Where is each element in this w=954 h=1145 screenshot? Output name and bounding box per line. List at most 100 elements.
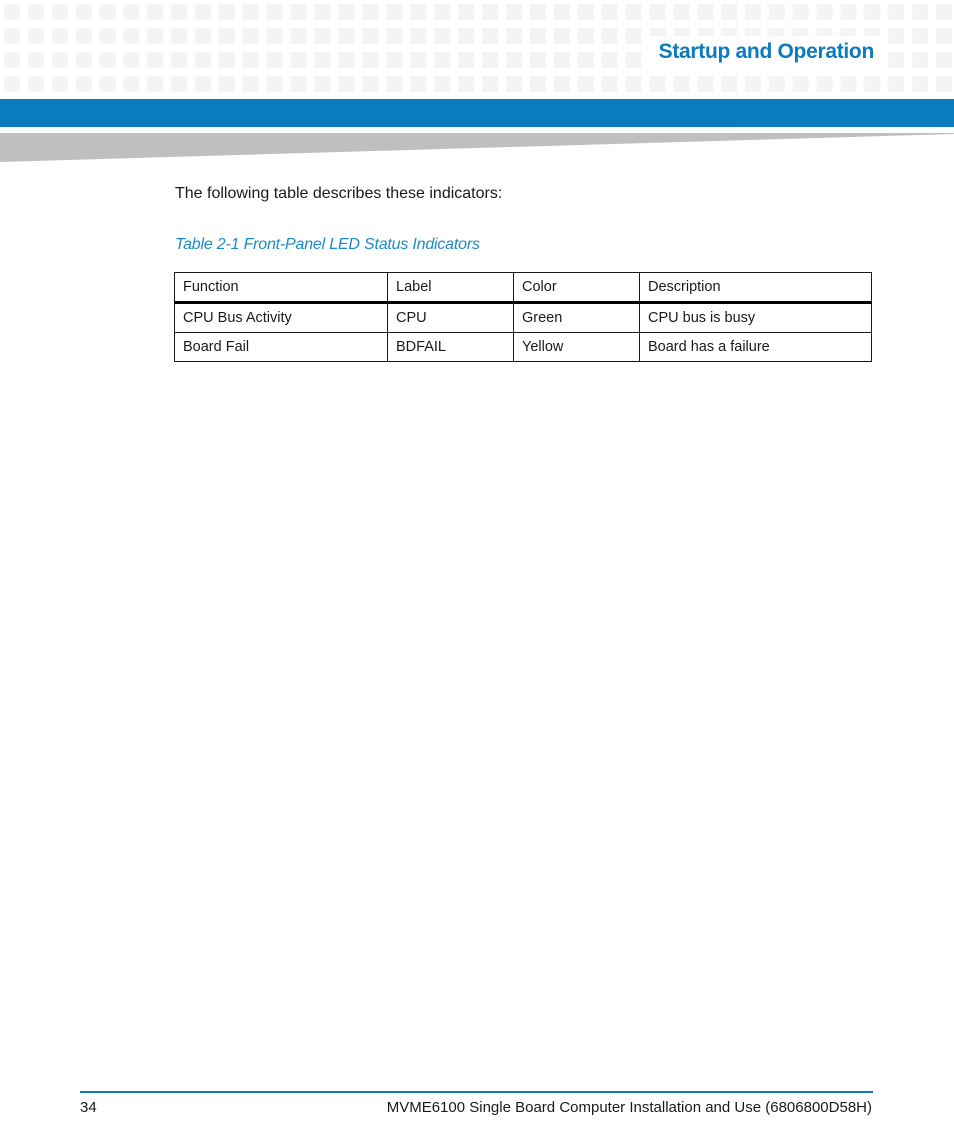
cell-function: CPU Bus Activity [174,302,388,333]
pattern-square [410,76,427,92]
pattern-square [4,28,20,44]
pattern-square [266,76,283,92]
pattern-square [553,4,570,20]
pattern-square [864,76,881,92]
pattern-square [266,28,283,44]
cell-color: Green [513,302,640,333]
pattern-square [4,4,20,20]
pattern-square [888,4,905,20]
pattern-square [673,4,690,20]
pattern-square [553,28,570,44]
pattern-square [338,28,355,44]
pattern-square [577,4,594,20]
pattern-square [27,76,44,92]
led-status-table: Function Label Color Description CPU Bus… [174,272,872,362]
pattern-square [601,52,618,68]
pattern-square [768,4,785,20]
pattern-square [505,4,522,20]
pattern-square [195,4,212,20]
pattern-square [195,76,212,92]
pattern-square [27,4,44,20]
section-title: Startup and Operation [658,40,875,63]
pattern-square [434,76,451,92]
pattern-square [99,28,116,44]
pattern-square [219,76,236,92]
pattern-square [792,76,809,92]
intro-paragraph: The following table describes these indi… [175,185,503,202]
pattern-square [553,52,570,68]
pattern-square [505,76,522,92]
pattern-square [147,52,164,68]
pattern-square [840,4,857,20]
header-blue-band [0,99,954,127]
pattern-square [768,76,785,92]
pattern-square [482,76,498,92]
pattern-square [243,28,259,44]
table-row: Board Fail BDFAIL Yellow Board has a fai… [174,332,872,362]
pattern-square [434,52,451,68]
pattern-square [147,76,164,92]
pattern-square [410,52,427,68]
pattern-square [482,52,498,68]
pattern-square [888,76,905,92]
pattern-square [51,52,68,68]
pattern-square [625,4,642,20]
pattern-square [75,76,92,92]
pattern-square [936,4,953,20]
pattern-square [936,52,953,68]
pattern-square [99,76,116,92]
pattern-square [51,28,68,44]
pattern-square [673,76,690,92]
pattern-square [912,28,929,44]
pattern-square [51,4,68,20]
pattern-square [27,52,44,68]
pattern-square [912,4,929,20]
cell-function: Board Fail [174,332,388,362]
pattern-square [4,76,20,92]
pattern-square [386,52,403,68]
pattern-square [4,52,20,68]
pattern-square [266,52,283,68]
pattern-square [362,76,379,92]
cell-description: Board has a failure [639,332,872,362]
footer-document-title: MVME6100 Single Board Computer Installat… [386,1099,872,1116]
pattern-square [386,28,403,44]
pattern-square [529,28,546,44]
pattern-square [147,28,164,44]
pattern-square [386,76,403,92]
table-caption: Table 2-1 Front-Panel LED Status Indicat… [175,236,480,253]
pattern-square [482,4,498,20]
cell-description: CPU bus is busy [639,302,872,333]
pattern-square [529,76,546,92]
pattern-square [577,52,594,68]
pattern-square [243,76,259,92]
pattern-square [410,28,427,44]
pattern-square [888,52,905,68]
pattern-square [75,28,92,44]
pattern-square [171,52,188,68]
pattern-square [697,76,714,92]
pattern-square [171,28,188,44]
pattern-square [792,4,809,20]
page-number: 34 [80,1099,97,1116]
pattern-square [219,4,236,20]
pattern-square [171,4,188,20]
pattern-square [243,52,259,68]
pattern-square [386,4,403,20]
pattern-square [529,4,546,20]
pattern-square [314,52,331,68]
cell-color: Yellow [513,332,640,362]
pattern-square [721,4,737,20]
pattern-square [51,76,68,92]
pattern-square [625,76,642,92]
pattern-square [816,76,833,92]
pattern-square [458,4,475,20]
pattern-square [601,28,618,44]
pattern-square [314,76,331,92]
pattern-square [99,52,116,68]
pattern-square [721,76,737,92]
cell-label: BDFAIL [387,332,514,362]
pattern-square [290,4,307,20]
pattern-square [744,4,761,20]
header-grey-wedge [0,133,954,162]
